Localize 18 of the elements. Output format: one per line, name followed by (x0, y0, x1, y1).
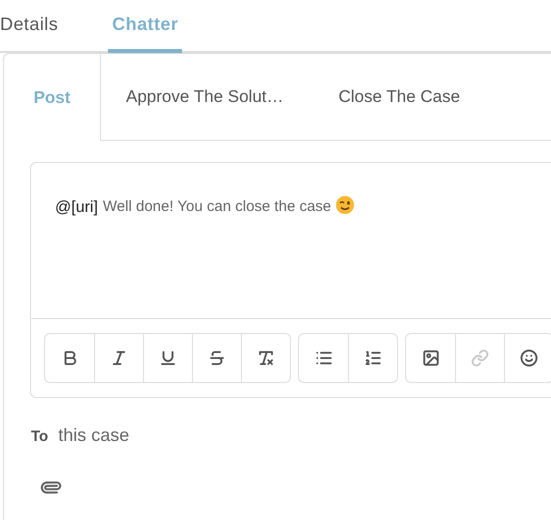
mention[interactable]: @[uri] (55, 196, 98, 220)
link-icon (471, 349, 489, 367)
numbered-list-icon (364, 349, 382, 367)
winking-face-icon (335, 195, 356, 215)
bulleted-list-icon (314, 349, 332, 367)
publisher-tab[interactable]: Approve The Solut… (101, 54, 338, 141)
strikethrough-icon (208, 349, 226, 367)
publisher-tab[interactable]: Close The Case (338, 54, 551, 141)
image-icon (422, 349, 440, 367)
underline-icon (159, 349, 177, 367)
italic-icon (110, 349, 128, 367)
tab[interactable]: Details (0, 0, 58, 53)
post-editor[interactable]: @[uri] Well done! You can close the case (30, 162, 551, 398)
smiley-icon (520, 349, 538, 367)
clear-format-icon (257, 349, 275, 367)
message-text: Well done! You can close the case (102, 197, 332, 217)
recipient-value: this case (58, 424, 130, 447)
recipient-label: To (31, 427, 48, 447)
